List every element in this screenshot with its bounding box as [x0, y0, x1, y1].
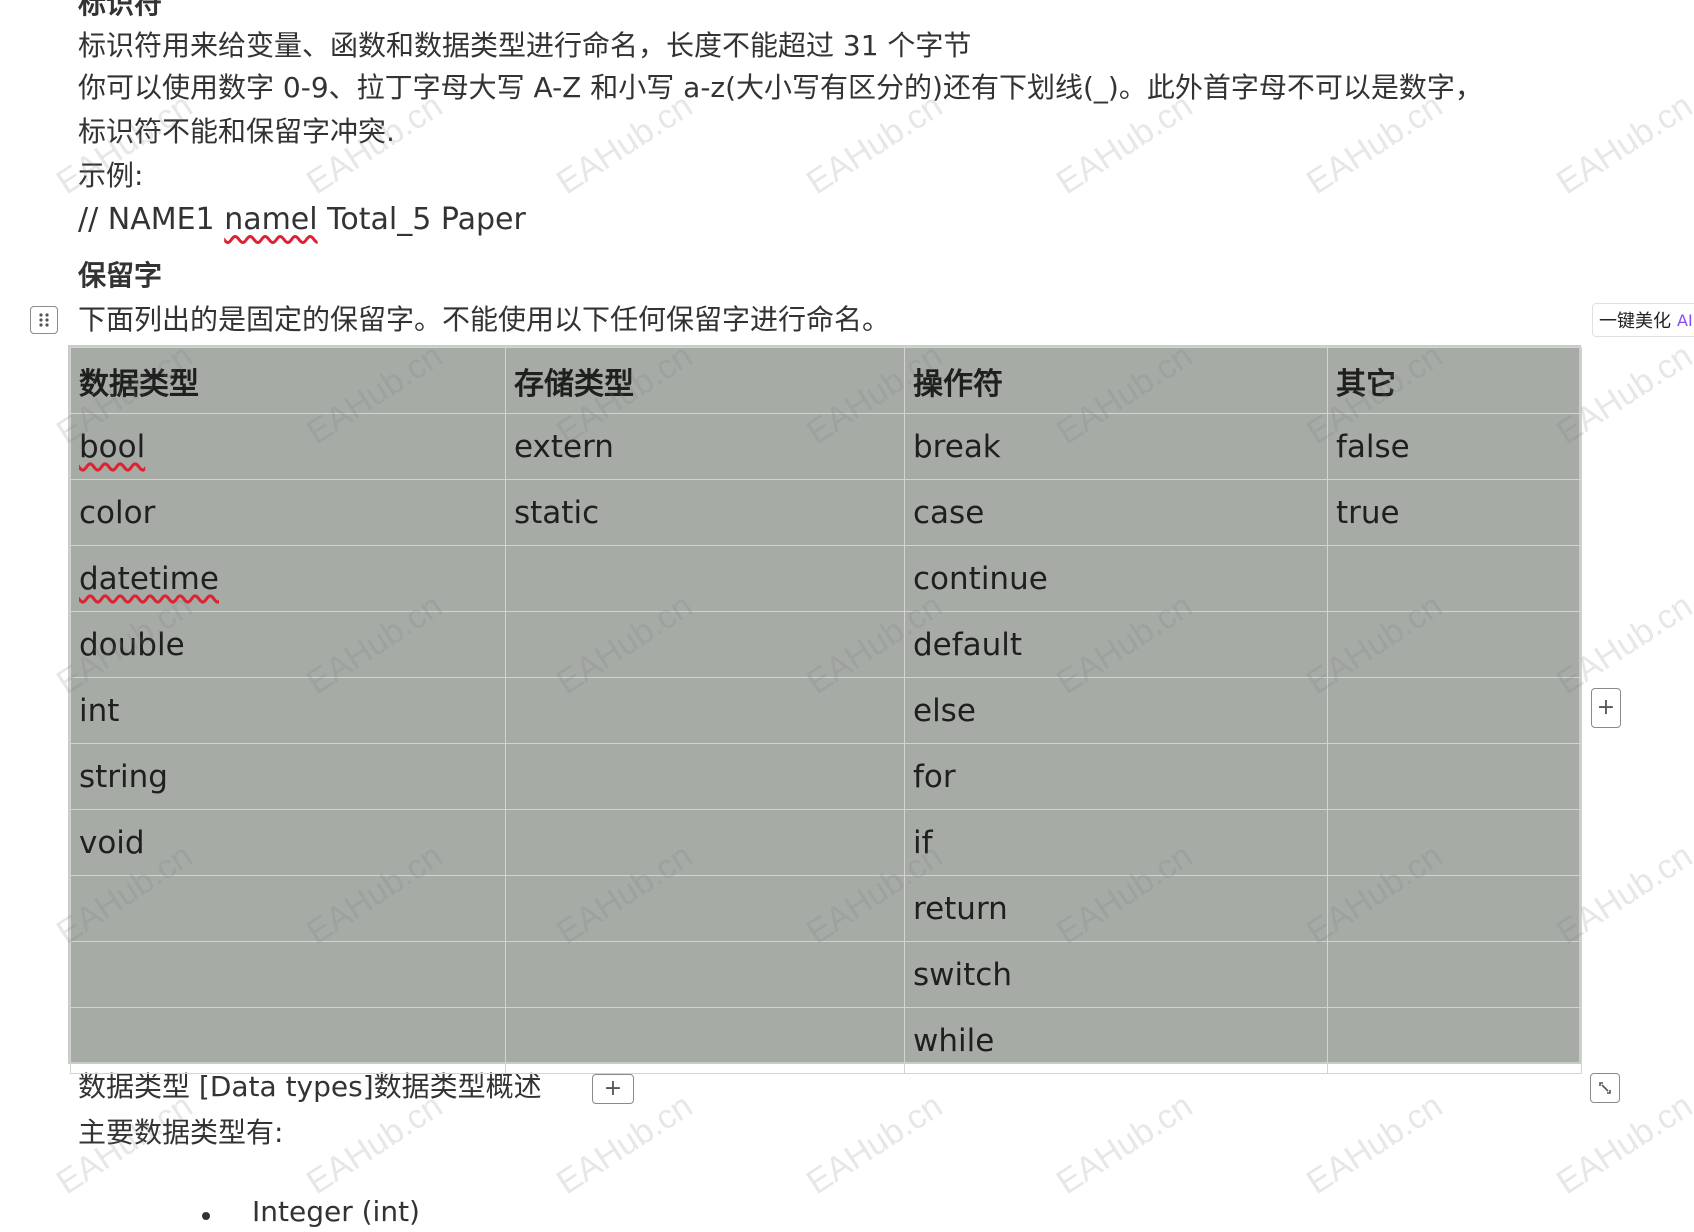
code-example: // NAME1 namel Total_5 Paper [78, 200, 526, 240]
header-operators[interactable]: 操作符 [904, 347, 1328, 414]
table-cell[interactable] [505, 677, 905, 744]
table-cell[interactable]: color [70, 479, 506, 546]
bullet-dot [202, 1212, 210, 1220]
table-cell[interactable]: break [904, 413, 1328, 480]
table-cell[interactable]: double [70, 611, 506, 678]
plus-icon: + [603, 1076, 623, 1101]
ai-badge: AI [1677, 310, 1693, 330]
bullet-item: Integer (int) [252, 1195, 420, 1228]
table-cell[interactable]: for [904, 743, 1328, 810]
identifier-heading: 标识符 [78, 0, 163, 20]
table-cell[interactable]: return [904, 875, 1328, 942]
table-cell[interactable]: switch [904, 941, 1328, 1008]
table-header-row: 数据类型 存储类型 操作符 其它 [70, 347, 1582, 414]
table-cell[interactable] [505, 611, 905, 678]
beautify-label: 一键美化 [1599, 311, 1671, 332]
table-cell[interactable] [505, 809, 905, 876]
spellcheck-word: bool [79, 428, 146, 465]
table-row: bool extern break false [70, 413, 1582, 480]
table-cell[interactable]: while [904, 1007, 1328, 1074]
table-row: return [70, 875, 1582, 942]
watermark: EAHub.cn [550, 1086, 700, 1202]
table-resize-button[interactable] [1590, 1073, 1620, 1103]
header-storage[interactable]: 存储类型 [505, 347, 905, 414]
table-cell[interactable] [70, 941, 506, 1008]
watermark: EAHub.cn [800, 1086, 950, 1202]
table-cell[interactable]: case [904, 479, 1328, 546]
header-other[interactable]: 其它 [1327, 347, 1582, 414]
identifier-paragraph-3: 标识符不能和保留字冲突. [78, 115, 395, 148]
identifier-paragraph-1: 标识符用来给变量、函数和数据类型进行命名，长度不能超过 31 个字节 [78, 29, 972, 62]
table-cell[interactable]: if [904, 809, 1328, 876]
table-cell[interactable]: datetime [70, 545, 506, 612]
watermark: EAHub.cn [1550, 86, 1694, 202]
table-cell[interactable] [1327, 677, 1582, 744]
reserved-words-heading: 保留字 [78, 259, 163, 292]
beautify-button[interactable]: 一键美化 AI [1592, 303, 1694, 337]
table-cell[interactable] [1327, 1007, 1582, 1074]
table-cell[interactable]: else [904, 677, 1328, 744]
table-cell[interactable] [70, 875, 506, 942]
table-cell[interactable] [1327, 809, 1582, 876]
watermark: EAHub.cn [1050, 1086, 1200, 1202]
code-prefix: // NAME1 [78, 202, 225, 237]
table-cell[interactable]: string [70, 743, 506, 810]
example-label: 示例: [78, 159, 144, 192]
drag-handle-icon [39, 313, 49, 327]
table-cell[interactable]: false [1327, 413, 1582, 480]
table-cell[interactable] [505, 743, 905, 810]
table-cell[interactable]: true [1327, 479, 1582, 546]
add-row-button[interactable]: + [592, 1074, 634, 1104]
code-suffix: Total_5 Paper [317, 202, 526, 237]
table-cell[interactable]: continue [904, 545, 1328, 612]
table-row: switch [70, 941, 1582, 1008]
table-cell[interactable] [1327, 875, 1582, 942]
table-row: datetime continue [70, 545, 1582, 612]
main-types-label: 主要数据类型有: [78, 1116, 284, 1149]
table-cell[interactable] [70, 1007, 506, 1074]
table-row: string for [70, 743, 1582, 810]
table-cell[interactable] [505, 1007, 905, 1074]
resize-icon [1599, 1082, 1611, 1094]
table-cell[interactable] [505, 941, 905, 1008]
table-row: double default [70, 611, 1582, 678]
table-row: while [70, 1007, 1582, 1074]
table-row: color static case true [70, 479, 1582, 546]
table-cell[interactable] [505, 545, 905, 612]
table-cell[interactable]: default [904, 611, 1328, 678]
table-cell[interactable] [1327, 611, 1582, 678]
table-cell[interactable] [505, 875, 905, 942]
add-column-button[interactable]: + [1591, 688, 1621, 728]
identifier-paragraph-2: 你可以使用数字 0-9、拉丁字母大写 A-Z 和小写 a-z(大小写有区分的)还… [78, 71, 1483, 104]
table-cell[interactable]: extern [505, 413, 905, 480]
watermark: EAHub.cn [1300, 1086, 1450, 1202]
watermark: EAHub.cn [1550, 1086, 1694, 1202]
plus-icon: + [1596, 695, 1616, 720]
reserved-words-intro: 下面列出的是固定的保留字。不能使用以下任何保留字进行命名。 [78, 303, 891, 336]
table-cell[interactable] [1327, 743, 1582, 810]
table-row: void if [70, 809, 1582, 876]
header-datatype[interactable]: 数据类型 [70, 347, 506, 414]
table-cell[interactable]: void [70, 809, 506, 876]
table-cell[interactable]: int [70, 677, 506, 744]
table-cell[interactable] [1327, 545, 1582, 612]
spellcheck-word: namel [224, 202, 318, 237]
spellcheck-word: datetime [79, 560, 219, 597]
table-cell[interactable]: bool [70, 413, 506, 480]
table-cell[interactable] [1327, 941, 1582, 1008]
block-drag-handle[interactable] [30, 306, 58, 334]
table-row: int else [70, 677, 1582, 744]
table-cell[interactable]: static [505, 479, 905, 546]
reserved-words-table: 数据类型 存储类型 操作符 其它 bool extern break false col… [68, 345, 1582, 1074]
